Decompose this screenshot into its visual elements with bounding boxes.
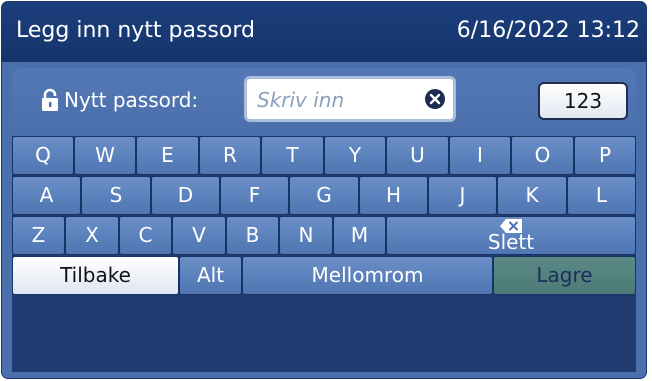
keyboard: Q W E R T Y U I O P A S D F G H J K L Z … <box>12 136 636 372</box>
key-y[interactable]: Y <box>324 136 386 175</box>
save-button[interactable]: Lagre <box>493 256 636 295</box>
key-w[interactable]: W <box>74 136 136 175</box>
key-h[interactable]: H <box>359 176 428 215</box>
key-e[interactable]: E <box>136 136 199 175</box>
back-button[interactable]: Tilbake <box>12 256 179 295</box>
delete-label: Slett <box>487 230 535 254</box>
key-i[interactable]: I <box>449 136 511 175</box>
key-s[interactable]: S <box>81 176 151 215</box>
key-n[interactable]: N <box>279 216 333 255</box>
key-v[interactable]: V <box>172 216 226 255</box>
key-r[interactable]: R <box>199 136 261 175</box>
password-label: Nytt passord: <box>64 88 199 112</box>
key-q[interactable]: Q <box>12 136 74 175</box>
title-bar: Legg inn nytt passord 6/16/2022 13:12 <box>2 2 646 62</box>
key-k[interactable]: K <box>497 176 567 215</box>
screen-title: Legg inn nytt passord <box>16 18 255 43</box>
key-m[interactable]: M <box>333 216 386 255</box>
password-input[interactable]: Skriv inn <box>244 76 456 122</box>
date-time: 6/16/2022 13:12 <box>456 18 640 43</box>
password-placeholder: Skriv inn <box>257 88 345 112</box>
key-f[interactable]: F <box>220 176 289 215</box>
key-a[interactable]: A <box>12 176 81 215</box>
key-c[interactable]: C <box>119 216 172 255</box>
numeric-mode-button[interactable]: 123 <box>538 82 628 120</box>
key-p[interactable]: P <box>574 136 636 175</box>
key-g[interactable]: G <box>289 176 359 215</box>
delete-key[interactable]: Slett <box>386 216 636 255</box>
alt-key[interactable]: Alt <box>179 256 242 295</box>
key-d[interactable]: D <box>151 176 220 215</box>
key-o[interactable]: O <box>511 136 574 175</box>
key-t[interactable]: T <box>261 136 324 175</box>
clear-icon[interactable] <box>425 89 445 109</box>
lock-icon <box>42 88 58 111</box>
password-row: Nytt passord: Skriv inn 123 <box>12 68 636 136</box>
key-x[interactable]: X <box>65 216 119 255</box>
device-screen: Legg inn nytt passord 6/16/2022 13:12 Ny… <box>2 2 646 378</box>
space-key[interactable]: Mellomrom <box>242 256 493 295</box>
key-u[interactable]: U <box>386 136 449 175</box>
key-j[interactable]: J <box>428 176 497 215</box>
key-b[interactable]: B <box>226 216 279 255</box>
key-l[interactable]: L <box>567 176 636 215</box>
key-z[interactable]: Z <box>12 216 65 255</box>
